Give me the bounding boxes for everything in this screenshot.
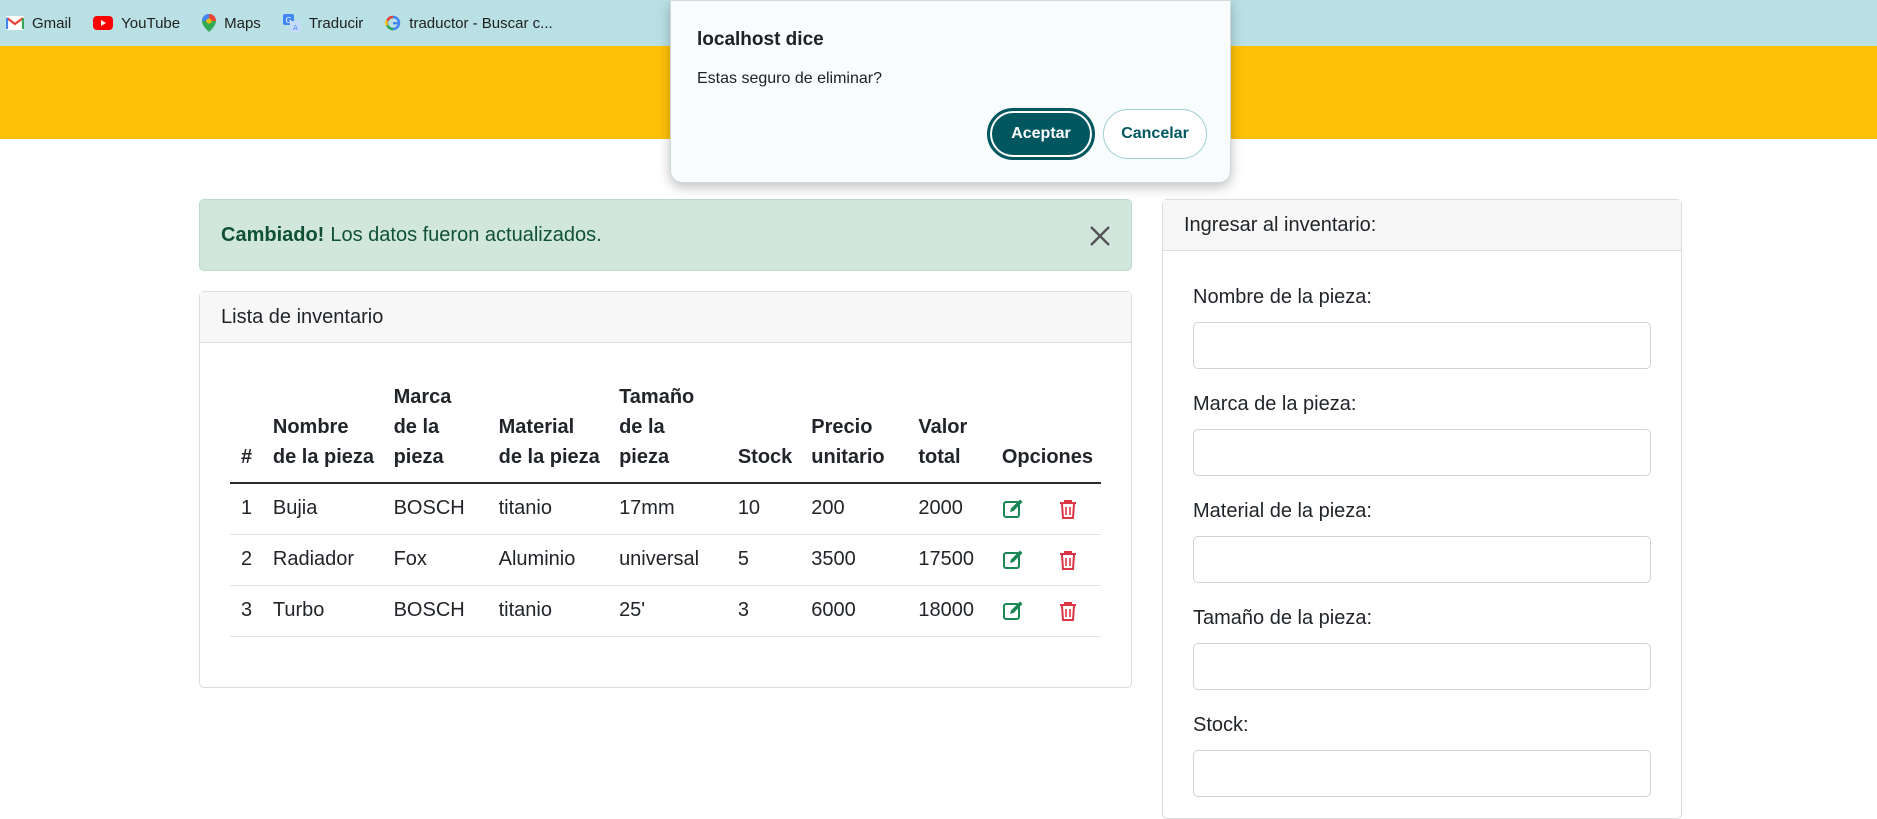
form-group-stock: Stock:: [1193, 714, 1651, 797]
inventory-list-title: Lista de inventario: [200, 292, 1131, 343]
col-header-precio: Precio unitario: [800, 382, 908, 484]
cancel-button[interactable]: Cancelar: [1103, 109, 1207, 159]
cell-id: 1: [230, 483, 262, 535]
col-header-stock: Stock: [726, 382, 801, 484]
inventory-table: # Nombre de la pieza Marca de la pieza Mate…: [230, 382, 1101, 637]
trash-icon[interactable]: [1057, 549, 1079, 571]
table-row: 1 Bujia BOSCH titanio 17mm 10 200 2000: [230, 483, 1101, 535]
gmail-icon: [6, 16, 24, 30]
tamano-input[interactable]: [1193, 643, 1651, 690]
inventory-list-card: Lista de inventario # Nombre de la pieza …: [199, 291, 1132, 688]
col-header-nombre: Nombre de la pieza: [261, 382, 383, 484]
material-label: Material de la pieza:: [1193, 500, 1372, 522]
cell-tamano: 25': [608, 585, 727, 637]
cell-opciones: [990, 483, 1101, 535]
cell-nombre: Radiador: [261, 534, 383, 586]
cell-marca: BOSCH: [382, 483, 488, 535]
bookmark-gmail[interactable]: Gmail: [6, 15, 71, 32]
google-icon: [385, 15, 401, 31]
col-header-material: Material de la pieza: [487, 382, 609, 484]
bookmark-youtube[interactable]: YouTube: [93, 15, 180, 32]
trash-icon[interactable]: [1057, 600, 1079, 622]
cell-stock: 10: [726, 483, 801, 535]
close-icon[interactable]: [1087, 223, 1113, 249]
bookmark-label: Gmail: [32, 14, 72, 32]
cell-opciones: [990, 585, 1101, 637]
bookmark-google-search[interactable]: traductor - Buscar c...: [385, 14, 553, 32]
cell-nombre: Bujia: [261, 483, 383, 535]
table-row: 2 Radiador Fox Aluminio universal 5 3500…: [230, 534, 1101, 586]
alert-message: Los datos fueron actualizados.: [330, 223, 602, 246]
bookmark-traducir[interactable]: G A Traducir: [282, 14, 364, 32]
maps-icon: [202, 14, 217, 32]
cell-valor: 18000: [907, 585, 991, 637]
table-row: 3 Turbo BOSCH titanio 25' 3 6000 18000: [230, 585, 1101, 637]
marca-label: Marca de la pieza:: [1193, 393, 1357, 415]
bookmark-label: YouTube: [121, 14, 181, 32]
col-header-marca: Marca de la pieza: [382, 382, 488, 484]
marca-input[interactable]: [1193, 429, 1651, 476]
col-header-tamano: Tamaño de la pieza: [608, 382, 727, 484]
cell-tamano: 17mm: [608, 483, 727, 535]
col-header-number: #: [230, 382, 262, 484]
success-alert: Cambiado! Los datos fueron actualizados.: [199, 199, 1132, 271]
dialog-title: localhost dice: [697, 29, 824, 50]
edit-icon[interactable]: [1002, 600, 1024, 622]
stock-label: Stock:: [1193, 714, 1249, 736]
svg-text:A: A: [293, 24, 298, 32]
tamano-label: Tamaño de la pieza:: [1193, 607, 1373, 629]
nombre-input[interactable]: [1193, 322, 1651, 369]
cell-precio: 200: [800, 483, 908, 535]
cell-material: titanio: [487, 483, 609, 535]
cell-marca: BOSCH: [382, 585, 488, 637]
cell-stock: 3: [726, 585, 801, 637]
bookmark-label: Traducir: [308, 14, 364, 32]
inventory-form-title: Ingresar al inventario:: [1163, 200, 1681, 251]
cell-valor: 2000: [907, 483, 991, 535]
cell-valor: 17500: [907, 534, 991, 586]
dialog-message: Estas seguro de eliminar?: [697, 70, 882, 87]
nombre-label: Nombre de la pieza:: [1193, 286, 1372, 308]
bookmark-maps[interactable]: Maps: [202, 14, 261, 32]
cell-material: titanio: [487, 585, 609, 637]
bookmark-label: Maps: [224, 14, 261, 32]
form-group-material: Material de la pieza:: [1193, 500, 1651, 583]
form-group-marca: Marca de la pieza:: [1193, 393, 1651, 476]
material-input[interactable]: [1193, 536, 1651, 583]
cell-material: Aluminio: [487, 534, 609, 586]
form-group-nombre: Nombre de la pieza:: [1193, 286, 1651, 369]
youtube-icon: [93, 16, 114, 30]
accept-button[interactable]: Aceptar: [987, 108, 1095, 160]
cell-stock: 5: [726, 534, 801, 586]
edit-icon[interactable]: [1002, 498, 1024, 520]
cell-marca: Fox: [382, 534, 488, 586]
cell-tamano: universal: [608, 534, 727, 586]
col-header-valor: Valor total: [907, 382, 991, 484]
trash-icon[interactable]: [1057, 498, 1079, 520]
bookmark-label: traductor - Buscar c...: [409, 14, 553, 32]
cell-precio: 6000: [800, 585, 908, 637]
cell-id: 2: [230, 534, 262, 586]
cell-precio: 3500: [800, 534, 908, 586]
cell-nombre: Turbo: [261, 585, 383, 637]
confirm-dialog: localhost dice Estas seguro de eliminar?…: [670, 0, 1231, 183]
stock-input[interactable]: [1193, 750, 1651, 797]
col-header-opciones: Opciones: [990, 382, 1101, 484]
inventory-form-card: Ingresar al inventario: Nombre de la pie…: [1162, 199, 1682, 819]
table-header-row: # Nombre de la pieza Marca de la pieza Mate…: [230, 382, 1101, 484]
cell-id: 3: [230, 585, 262, 637]
translate-icon: G A: [282, 14, 301, 32]
form-group-tamano: Tamaño de la pieza:: [1193, 607, 1651, 690]
cell-opciones: [990, 534, 1101, 586]
svg-text:G: G: [285, 16, 291, 25]
edit-icon[interactable]: [1002, 549, 1024, 571]
alert-strong: Cambiado!: [221, 223, 325, 246]
